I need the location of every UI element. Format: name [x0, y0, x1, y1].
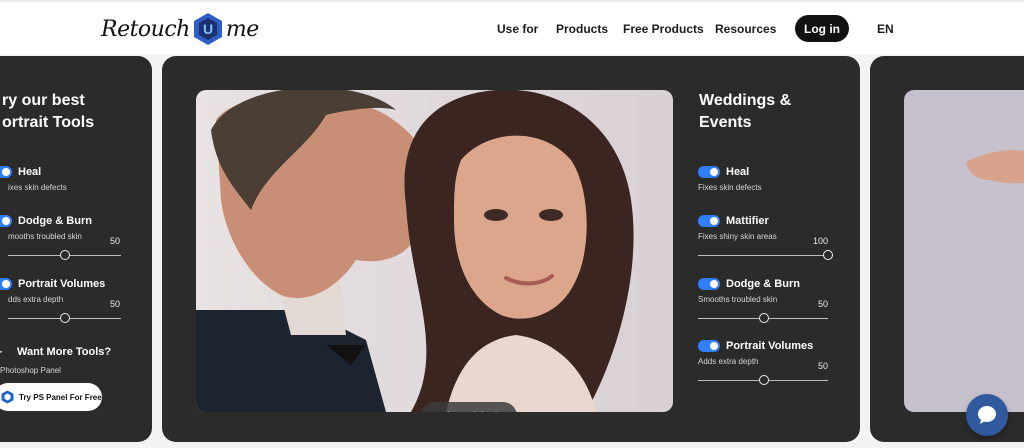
portrait-volumes-slider-thumb[interactable] [759, 375, 769, 385]
tool-portrait-volumes: Portrait Volumes Adds extra depth 50 [698, 340, 838, 390]
want-more-title: Want More Tools? [17, 346, 112, 358]
tool-name: Mattifier [726, 215, 769, 227]
tool-desc: Fixes shiny skin areas [698, 232, 777, 241]
try-ps-panel-label: Try PS Panel For Free [19, 392, 102, 402]
slider-value: 50 [818, 361, 829, 371]
nav-products[interactable]: Products [556, 16, 608, 42]
tool-desc: mooths troubled skin [8, 232, 82, 241]
tool-name: Heal [18, 166, 42, 178]
nav-free-products-label[interactable]: Free Products [623, 22, 704, 36]
tool-name: Portrait Volumes [726, 340, 814, 352]
portrait-volumes-toggle[interactable] [0, 278, 12, 290]
ps-hexagon-icon [1, 390, 14, 406]
left-title-line2: ortrait Tools [2, 114, 95, 131]
heal-toggle[interactable] [0, 166, 12, 178]
logo-text-right: me [225, 16, 259, 42]
mattifier-toggle[interactable] [698, 215, 720, 227]
mattifier-slider-thumb[interactable] [823, 250, 833, 260]
nav-resources[interactable]: Resources [715, 16, 776, 42]
main-panel-title: Weddings & Events [699, 90, 791, 134]
chat-bubble-icon[interactable] [966, 394, 1008, 436]
tool-desc: Adds extra depth [698, 357, 759, 366]
language-label[interactable]: EN [877, 22, 894, 36]
login-button[interactable]: Log in [795, 15, 849, 42]
portrait-volumes-slider-thumb[interactable] [60, 313, 70, 323]
retouchme-logo[interactable]: Retouch U me [101, 10, 259, 48]
nav-resources-label[interactable]: Resources [715, 22, 776, 36]
tool-heal: Heal Fixes skin defects [698, 166, 838, 196]
language-selector[interactable]: EN [877, 16, 894, 42]
tool-name: Dodge & Burn [18, 215, 92, 227]
logo-mark-letter: U [203, 21, 213, 37]
nav-products-label[interactable]: Products [556, 22, 608, 36]
dodge-burn-slider-thumb[interactable] [759, 313, 769, 323]
main-title-line1: Weddings & [699, 92, 792, 109]
dodge-burn-toggle[interactable] [698, 278, 720, 290]
tool-desc: Fixes skin defects [698, 183, 762, 192]
view-original-button[interactable]: View original [421, 402, 517, 412]
try-ps-panel-button[interactable]: Try PS Panel For Free [0, 383, 102, 411]
portrait-volumes-toggle[interactable] [698, 340, 720, 352]
dodge-burn-slider-thumb[interactable] [60, 250, 70, 260]
slider-value: 50 [110, 236, 121, 246]
tool-desc: ixes skin defects [8, 183, 67, 192]
tool-portrait-volumes: Portrait Volumes dds extra depth 50 [0, 278, 130, 328]
slider-value: 50 [110, 299, 121, 309]
tool-mattifier: Mattifier Fixes shiny skin areas 100 [698, 215, 838, 265]
mattifier-slider-track[interactable] [698, 255, 828, 256]
tool-name: Dodge & Burn [726, 278, 800, 290]
nav-free-products[interactable]: Free Products [623, 16, 704, 42]
want-more-desc: Photoshop Panel [0, 366, 61, 375]
weddings-events-card: View original Weddings & Events Heal Fix… [162, 56, 860, 442]
main-title-line2: Events [699, 114, 752, 131]
tool-name: Heal [726, 166, 750, 178]
tool-heal: Heal ixes skin defects [0, 166, 130, 196]
portrait-tools-card: ry our best ortrait Tools Heal ixes skin… [0, 56, 152, 442]
logo-text-left: Retouch [101, 16, 190, 42]
before-after-photo[interactable]: View original [196, 90, 673, 412]
left-panel-title: ry our best ortrait Tools [2, 90, 94, 134]
tool-name: Portrait Volumes [18, 278, 106, 290]
top-navigation-bar: Retouch U me Use for Products Free Produ… [0, 0, 1024, 54]
tool-desc: Smooths troubled skin [698, 295, 778, 304]
left-title-line1: ry our best [2, 92, 85, 109]
next-example-card[interactable] [870, 56, 1024, 442]
tool-dodge-burn: Dodge & Burn mooths troubled skin 50 [0, 215, 130, 265]
sparkle-icon: ✦ [0, 344, 4, 361]
nav-use-for-label[interactable]: Use for [497, 22, 538, 36]
slider-value: 100 [813, 236, 829, 246]
next-example-photo [904, 90, 1024, 412]
heal-toggle[interactable] [698, 166, 720, 178]
tool-desc: dds extra depth [8, 295, 64, 304]
slider-value: 50 [818, 299, 829, 309]
tool-dodge-burn: Dodge & Burn Smooths troubled skin 50 [698, 278, 838, 328]
nav-use-for[interactable]: Use for [497, 16, 538, 42]
dodge-burn-toggle[interactable] [0, 215, 12, 227]
logo-hexagon-icon: U [193, 12, 223, 46]
